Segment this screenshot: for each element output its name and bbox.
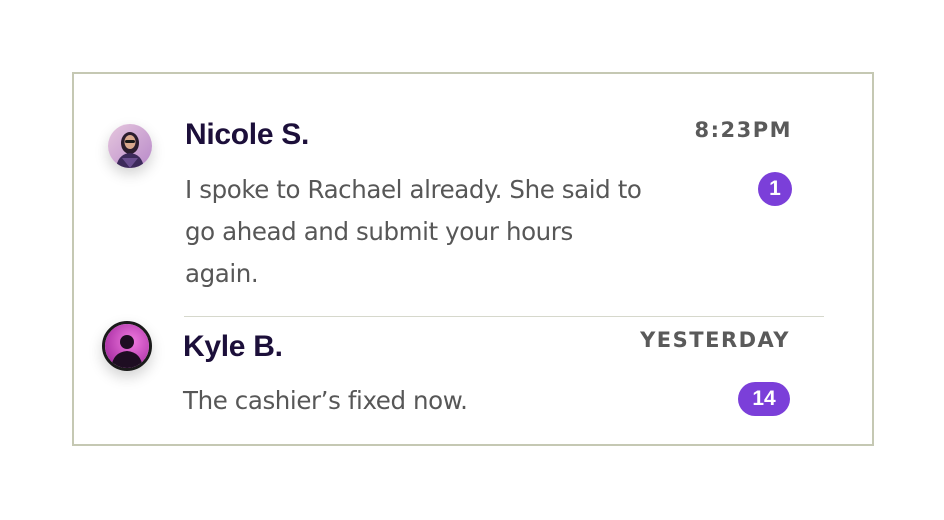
- conversation-divider: [184, 316, 824, 317]
- contact-name: Kyle B.: [183, 330, 283, 363]
- unread-count-badge: 14: [738, 382, 790, 416]
- contact-name: Nicole S.: [185, 118, 310, 151]
- message-time: YESTERDAY: [640, 328, 790, 352]
- conversation-list-panel: Nicole S. 8:23PM I spoke to Rachael alre…: [72, 72, 874, 446]
- user-avatar[interactable]: [108, 124, 152, 168]
- conversation-item[interactable]: Kyle B. YESTERDAY The cashier’s fixed no…: [74, 318, 872, 446]
- message-preview: The cashier’s fixed now.: [183, 386, 468, 415]
- message-preview: I spoke to Rachael already. She said to …: [185, 175, 642, 288]
- message-time: 8:23PM: [694, 118, 792, 142]
- avatar-photo-icon: [105, 324, 149, 368]
- conversation-item[interactable]: Nicole S. 8:23PM I spoke to Rachael alre…: [74, 74, 872, 318]
- avatar-photo-icon: [108, 124, 152, 168]
- unread-count-badge: 1: [758, 172, 792, 206]
- user-avatar[interactable]: [102, 321, 152, 371]
